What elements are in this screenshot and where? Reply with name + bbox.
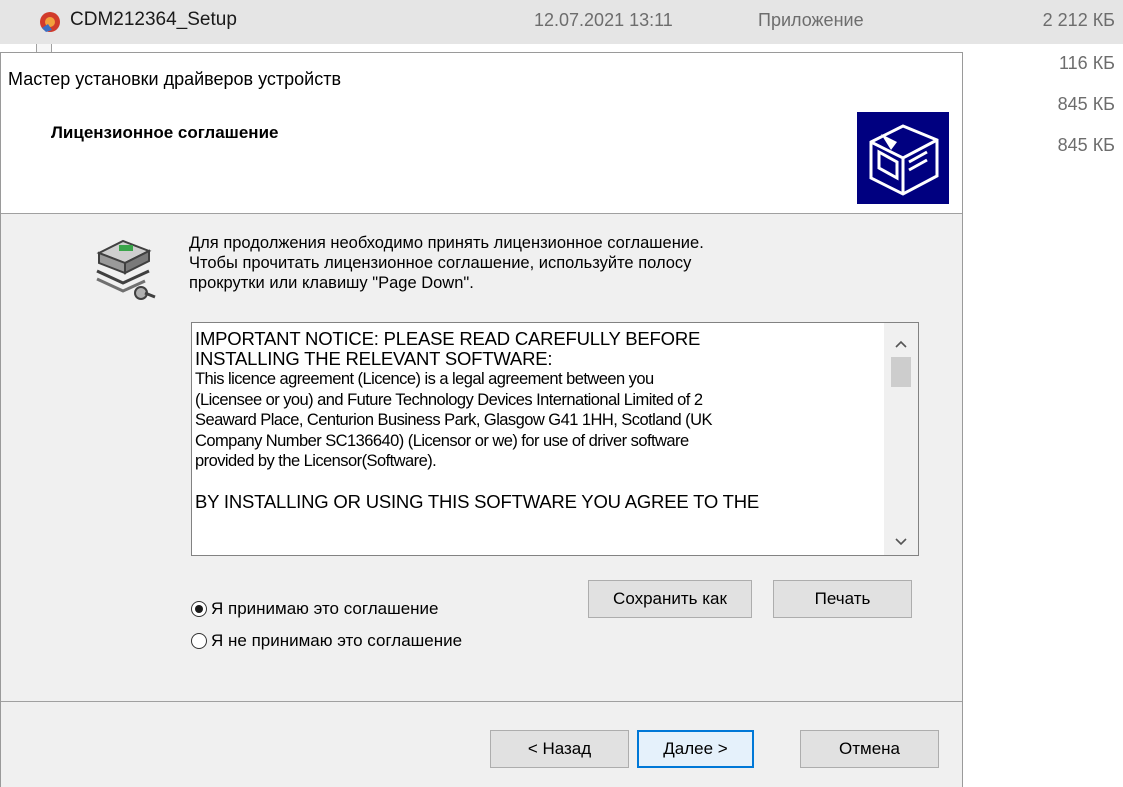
next-button[interactable]: Далее >	[637, 730, 754, 768]
scroll-down-button[interactable]	[884, 529, 918, 555]
decline-radio-label: Я не принимаю это соглашение	[211, 631, 463, 650]
software-install-icon	[96, 239, 156, 300]
license-line: BY INSTALLING OR USING THIS SOFTWARE YOU…	[195, 490, 760, 512]
hardware-install-icon	[857, 112, 949, 204]
explorer-selected-row[interactable]: CDM212364_Setup 12.07.2021 13:11 Приложе…	[0, 0, 1123, 44]
scroll-thumb[interactable]	[891, 357, 911, 387]
file-type: Приложение	[758, 10, 864, 30]
save-as-button[interactable]: Сохранить как	[588, 580, 752, 618]
license-line: provided by the Licensor(Software).	[195, 452, 437, 470]
footer-separator	[1, 701, 962, 702]
driver-install-wizard-dialog: Мастер установки драйверов устройств Лиц…	[0, 52, 963, 787]
file-name: CDM212364_Setup	[70, 9, 237, 30]
intro-text: Для продолжения необходимо принять лицен…	[189, 233, 889, 293]
radio-unchecked-icon[interactable]	[191, 633, 207, 649]
license-line: (Licensee or you) and Future Technology …	[195, 390, 703, 409]
accept-radio[interactable]: Я принимаю это соглашение	[191, 598, 439, 620]
decline-radio[interactable]: Я не принимаю это соглашение	[191, 630, 462, 652]
chevron-down-icon	[895, 538, 907, 546]
page-heading: Лицензионное соглашение	[51, 123, 279, 142]
license-scrollbar[interactable]	[884, 323, 918, 555]
scroll-up-button[interactable]	[884, 331, 918, 357]
intro-line: Для продолжения необходимо принять лицен…	[189, 234, 704, 252]
file-size: 116 КБ	[1059, 53, 1115, 73]
file-date: 12.07.2021 13:11	[534, 10, 673, 30]
license-text-box[interactable]: IMPORTANT NOTICE: PLEASE READ CAREFULLY …	[191, 322, 919, 556]
file-size: 2 212 КБ	[1042, 10, 1115, 30]
license-text: IMPORTANT NOTICE: PLEASE READ CAREFULLY …	[195, 329, 883, 512]
license-line: Seaward Place, Centurion Business Park, …	[195, 411, 712, 429]
accept-radio-label: Я принимаю это соглашение	[211, 599, 439, 618]
dialog-title: Мастер установки драйверов устройств	[8, 69, 342, 89]
file-size: 845 КБ	[1057, 94, 1115, 114]
chevron-up-icon	[895, 340, 907, 348]
file-size: 845 КБ	[1057, 135, 1115, 155]
license-line: IMPORTANT NOTICE: PLEASE READ CAREFULLY …	[195, 328, 701, 349]
intro-line: Чтобы прочитать лицензионное соглашение,…	[189, 254, 692, 272]
license-line: INSTALLING THE RELEVANT SOFTWARE:	[195, 348, 553, 369]
setup-app-icon	[40, 12, 60, 32]
license-line: Company Number SC136640) (Licensor or we…	[195, 431, 689, 450]
radio-checked-icon[interactable]	[191, 601, 207, 617]
intro-line: прокрутки или клавишу "Page Down".	[189, 274, 474, 292]
cancel-button[interactable]: Отмена	[800, 730, 939, 768]
back-button[interactable]: < Назад	[490, 730, 629, 768]
print-button[interactable]: Печать	[773, 580, 912, 618]
license-line: This licence agreement (Licence) is a le…	[195, 370, 654, 388]
wizard-header: Мастер установки драйверов устройств Лиц…	[1, 53, 962, 214]
